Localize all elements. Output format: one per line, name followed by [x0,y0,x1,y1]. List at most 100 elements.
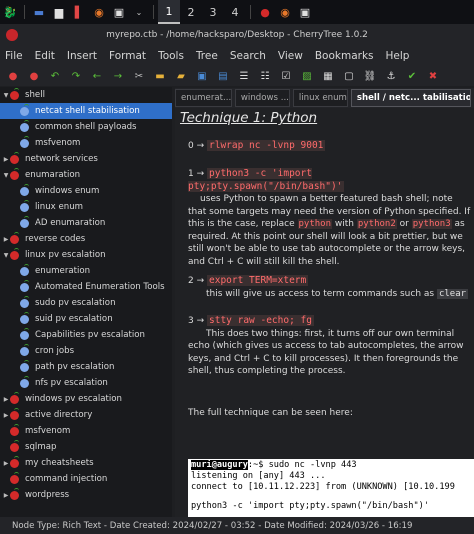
tree-node-capabilities-pv[interactable]: Capabilities pv escalation [0,327,172,343]
redo-icon[interactable]: ↷ [67,67,85,85]
tree-node-windows-enum[interactable]: windows enum [0,183,172,199]
cherry-icon [20,199,29,212]
collapsed-arrow-icon[interactable]: ▶ [2,156,10,163]
menu-bookmarks[interactable]: Bookmarks [315,50,374,62]
tree-node-sqlmap[interactable]: sqlmap [0,439,172,455]
add-node-icon[interactable]: ● [4,67,22,85]
collapsed-arrow-icon[interactable]: ▶ [2,236,10,243]
tree-node-wordpress[interactable]: ▶ wordpress [0,487,172,503]
workspace-2[interactable]: 2 [180,0,202,24]
link-icon[interactable]: ⛓ [361,67,379,85]
tree-node-sudo-pv[interactable]: sudo pv escalation [0,295,172,311]
expanded-arrow-icon[interactable]: ▼ [2,172,10,179]
table-icon[interactable]: ▦ [319,67,337,85]
workspace-4[interactable]: 4 [224,0,246,24]
inline-code: stty raw -echo; fg [207,315,314,326]
tree-node-active-directory[interactable]: ▶ active directory [0,407,172,423]
cherry-icon [10,167,19,180]
tree-node-msfvenom-sub[interactable]: msfvenom [0,135,172,151]
tree-node-netcat[interactable]: netcat shell stabilisation [0,103,172,119]
inline-code: clear [436,288,469,299]
tab-linux-enum[interactable]: linux enum [292,89,348,107]
tab-enumeration[interactable]: enumerat... [175,89,232,107]
collapsed-arrow-icon[interactable]: ▶ [2,492,10,499]
tree-node-nfs-pv[interactable]: nfs pv escalation [0,375,172,391]
check-icon[interactable]: ✔ [403,67,421,85]
cherry-icon [20,215,29,228]
tree-node-ad-enum[interactable]: AD enumaration [0,215,172,231]
tree-node-network-services[interactable]: ▶ network services [0,151,172,167]
tree-node-common-payloads[interactable]: common shell payloads [0,119,172,135]
chevron-down-icon[interactable]: ⌄ [129,0,149,24]
tree-node-linux-enum[interactable]: linux enum [0,199,172,215]
undo-icon[interactable]: ↶ [46,67,64,85]
tree-node-label: my cheatsheets [25,458,94,468]
menu-edit[interactable]: Edit [35,50,55,62]
open-folder-icon[interactable]: ▰ [172,67,190,85]
collapsed-arrow-icon[interactable]: ▶ [2,460,10,467]
file-manager-icon[interactable]: ▆ [49,0,69,24]
new-file-icon[interactable]: ▬ [151,67,169,85]
expanded-arrow-icon[interactable]: ▼ [2,92,10,99]
cherry-icon [10,87,19,100]
menu-help[interactable]: Help [386,50,410,62]
forward-icon[interactable]: → [109,67,127,85]
menu-file[interactable]: File [5,50,23,62]
text-editor-icon[interactable]: ▌ [69,0,89,24]
terminal-taskbar-icon[interactable]: ▣ [295,0,315,24]
inline-code: python [297,219,333,229]
menu-search[interactable]: Search [230,50,266,62]
tree-node-label: reverse codes [25,234,86,244]
menu-format[interactable]: Format [109,50,146,62]
add-subnode-icon[interactable]: ● [25,67,43,85]
tree-node-path-pv[interactable]: path pv escalation [0,359,172,375]
tab-windows[interactable]: windows ... [234,89,290,107]
codebox-icon[interactable]: ▢ [340,67,358,85]
collapsed-arrow-icon[interactable]: ▶ [2,412,10,419]
quit-icon[interactable]: ✖ [424,67,442,85]
tree-node-suid-pv[interactable]: suid pv escalation [0,311,172,327]
tab-netcat-stabilisation[interactable]: shell / netc... tabilisation [350,89,471,107]
firefox-icon[interactable]: ◉ [89,0,109,24]
anchor-icon[interactable]: ⚓ [382,67,400,85]
tree-node-reverse-codes[interactable]: ▶ reverse codes [0,231,172,247]
tree-node-linux-pv[interactable]: ▼ linux pv escalation [0,247,172,263]
todo-list-icon[interactable]: ☑ [277,67,295,85]
tree-node-auto-enum-tools[interactable]: Automated Enumeration Tools [0,279,172,295]
image-icon[interactable]: ▨ [298,67,316,85]
workspace-1[interactable]: 1 [158,0,180,24]
menu-view[interactable]: View [278,50,303,62]
back-icon[interactable]: ← [88,67,106,85]
collapsed-arrow-icon[interactable]: ▶ [2,396,10,403]
menu-tools[interactable]: Tools [158,50,184,62]
cherrytree-taskbar-icon[interactable]: ● [255,0,275,24]
expanded-arrow-icon[interactable]: ▼ [2,252,10,259]
tree-node-windows-pv[interactable]: ▶ windows pv escalation [0,391,172,407]
tree-node-msfvenom[interactable]: msfvenom [0,423,172,439]
tree-node-enumeration[interactable]: enumeration [0,263,172,279]
tree-node-label: enumaration [25,170,81,180]
cherry-icon [20,359,29,372]
workspace-3[interactable]: 3 [202,0,224,24]
firefox-taskbar-icon[interactable]: ◉ [275,0,295,24]
save-icon[interactable]: ▣ [193,67,211,85]
rich-text-editor[interactable]: Technique 1: Python 0 → rlwrap nc -lvnp … [175,108,474,517]
tree-node-command-injection[interactable]: command injection [0,471,172,487]
bullet-list-icon[interactable]: ☰ [235,67,253,85]
terminal-command: :~$ sudo nc -lvnp 443 [247,460,357,470]
menu-insert[interactable]: Insert [67,50,97,62]
step-3: 3 → stty raw -echo; fg This does two thi… [188,315,472,378]
tree-node-enumaration[interactable]: ▼ enumaration [0,167,172,183]
tree-node-shell[interactable]: ▼ shell [0,87,172,103]
step-text: or [396,219,412,229]
cut-icon[interactable]: ✂ [130,67,148,85]
tree-node-cron-jobs[interactable]: cron jobs [0,343,172,359]
menu-tree[interactable]: Tree [196,50,218,62]
kali-dragon-icon[interactable]: 🐉 [0,0,20,24]
export-icon[interactable]: ▤ [214,67,232,85]
cherry-icon [10,455,19,468]
tree-node-my-cheatsheets[interactable]: ▶ my cheatsheets [0,455,172,471]
numbered-list-icon[interactable]: ☷ [256,67,274,85]
desktop-icon[interactable]: ▬ [29,0,49,24]
terminal-icon[interactable]: ▣ [109,0,129,24]
